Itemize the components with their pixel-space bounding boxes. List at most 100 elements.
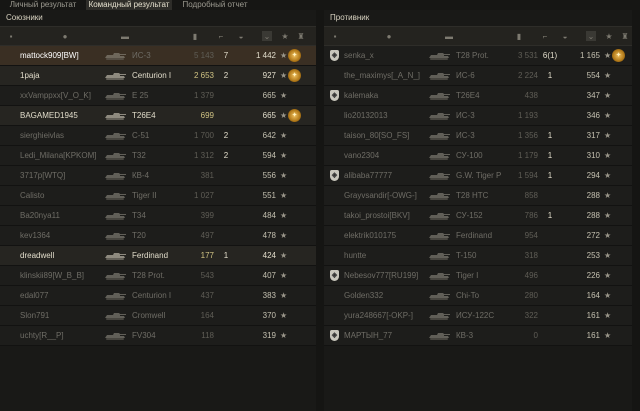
player-row[interactable]: xxVamppxx[V_O_K] E 25 1 379 665 ★ (0, 86, 316, 106)
tank-name: КВ-4 (132, 171, 150, 180)
tank-name: Ferdinand (132, 251, 169, 260)
tank-silhouette-icon (427, 90, 451, 101)
spotted-icon[interactable]: ◒ (236, 31, 246, 41)
player-row[interactable]: Calisto Tiger II 1 027 551 ★ (0, 186, 316, 206)
tank-silhouette-icon (427, 330, 451, 341)
player-row[interactable]: Golden332 Chi-To 280 164 ★ (324, 286, 640, 306)
tank-name: T28 Prot. (456, 51, 489, 60)
player-row[interactable]: edal077 Centurion I 437 383 ★ (0, 286, 316, 306)
xp-value: 665 (262, 91, 276, 100)
enemies-scrollbar[interactable] (632, 10, 640, 411)
player-row[interactable]: uchty[R__P] FV304 118 319 ★ (0, 326, 316, 346)
player-row[interactable]: Grayvsandir[-OWG-] T28 HTC 858 288 ★ (324, 186, 640, 206)
xp-star-icon: ★ (604, 131, 612, 140)
player-row[interactable]: klinskii89[W_B_B] T28 Prot. 543 407 ★ (0, 266, 316, 286)
tank-icon[interactable]: ▬ (444, 31, 454, 41)
xp-star-icon: ★ (604, 171, 612, 180)
tab-personal-result[interactable]: Личный результат (0, 0, 86, 10)
enemies-header: ▪ ● ▬ ▮ ⌐ ◒ ⌄ ★ ♜ (324, 26, 640, 46)
player-icon[interactable]: ● (60, 31, 70, 41)
xp-value: 927 (262, 71, 276, 80)
xp-star-icon: ★ (280, 51, 288, 60)
player-row[interactable]: elektrik010175 Ferdinand 954 272 ★ (324, 226, 640, 246)
tank-silhouette-icon (103, 270, 127, 281)
player-row[interactable]: the_maximys[_A_N_] ИС-6 2 224 1 554 ★ (324, 66, 640, 86)
player-row[interactable]: ◈ kalemaka T26E4 438 347 ★ (324, 86, 640, 106)
player-row[interactable]: ◈ Nebesov777[RU199] Tiger I 496 226 ★ (324, 266, 640, 286)
damage-value: 699 (200, 111, 214, 120)
damage-icon[interactable]: ▮ (514, 31, 524, 41)
player-row[interactable]: 1paja Centurion I2 653 2 927 ★ ✦ (0, 66, 316, 86)
player-row[interactable]: BAGAMED1945 T26E4 699 665 ★ ✦ (0, 106, 316, 126)
xp-star-icon: ★ (280, 271, 288, 280)
tank-icon[interactable]: ▬ (120, 31, 130, 41)
damage-value: 1 379 (193, 91, 214, 100)
player-row[interactable]: sierghieivlas C-51 1 700 2 642 ★ (0, 126, 316, 146)
xp-star-icon[interactable]: ★ (604, 31, 614, 41)
player-row[interactable]: Slon791 Cromwell 164 370 ★ (0, 306, 316, 326)
medal-icon[interactable]: ✦ (288, 49, 301, 62)
damage-value: 1 179 (517, 151, 538, 160)
tank-name: T28 HTC (456, 191, 489, 200)
player-row[interactable]: kev1364 T20 497 478 ★ (0, 226, 316, 246)
medal-icon[interactable]: ✦ (612, 49, 625, 62)
allies-scrollbar[interactable] (316, 10, 324, 411)
player-row[interactable]: Ledi_Milana[KPKOM] T32 1 312 2 594 ★ (0, 146, 316, 166)
tank-name: Tiger II (132, 191, 157, 200)
player-row[interactable]: dreadwell Ferdinand 177 1 424 ★ (0, 246, 316, 266)
frags-value: 2 (223, 71, 229, 80)
player-row[interactable]: lio20132013 ИС-3 1 193 346 ★ (324, 106, 640, 126)
xp-star-icon: ★ (280, 131, 288, 140)
spotted-icon[interactable]: ◒ (560, 31, 570, 41)
tank-silhouette-icon (103, 330, 127, 341)
xp-star-icon: ★ (604, 311, 612, 320)
player-icon[interactable]: ● (384, 31, 394, 41)
medal-icon[interactable]: ♜ (620, 31, 630, 41)
squad-icon[interactable]: ▪ (330, 31, 340, 41)
player-row[interactable]: vano2304 СУ-100 1 179 1 310 ★ (324, 146, 640, 166)
player-row[interactable]: Ba20nya11 T34 399 484 ★ (0, 206, 316, 226)
player-row[interactable]: ◈ МАРТЫН_77 КВ-3 0 161 ★ (324, 326, 640, 346)
tank-silhouette-icon (427, 130, 451, 141)
damage-value: 322 (524, 311, 538, 320)
tank-name: Ferdinand (456, 231, 493, 240)
xp-value: 346 (586, 111, 600, 120)
frags-value: 2 (223, 131, 229, 140)
xp-star-icon: ★ (604, 231, 612, 240)
xp-value: 407 (262, 271, 276, 280)
tab-team-result[interactable]: Командный результат (86, 0, 172, 10)
player-row[interactable]: 3717p[WTQ] КВ-4 381 556 ★ (0, 166, 316, 186)
xp-value: 161 (586, 311, 600, 320)
damage-icon[interactable]: ▮ (190, 31, 200, 41)
tank-silhouette-icon (103, 90, 127, 101)
tank-silhouette-icon (103, 170, 127, 181)
tab-detailed-report[interactable]: Подробный отчет (172, 0, 258, 10)
xp-star-icon: ★ (604, 111, 612, 120)
player-row[interactable]: huntte T-150 318 253 ★ (324, 246, 640, 266)
squad-icon[interactable]: ▪ (6, 31, 16, 41)
xp-value: 370 (262, 311, 276, 320)
tank-name: Tiger I (456, 271, 479, 280)
medal-icon[interactable]: ✦ (288, 69, 301, 82)
tank-name: G.W. Tiger P (456, 171, 502, 180)
player-row[interactable]: taison_80[SO_FS] ИС-3 1 356 1 317 ★ (324, 126, 640, 146)
player-row[interactable]: ◈ alibaba77777 G.W. Tiger P1 594 1 294 ★ (324, 166, 640, 186)
sort-arrow-icon[interactable]: ⌄ (262, 31, 272, 41)
medal-icon[interactable]: ✦ (288, 109, 301, 122)
xp-star-icon[interactable]: ★ (280, 31, 290, 41)
damage-value: 177 (200, 251, 214, 260)
xp-value: 310 (586, 151, 600, 160)
medal-icon[interactable]: ♜ (296, 31, 306, 41)
frags-icon[interactable]: ⌐ (216, 31, 226, 41)
xp-value: 317 (586, 131, 600, 140)
xp-value: 294 (586, 171, 600, 180)
player-row[interactable]: takoi_prostoi[BKV] СУ-152 786 1 288 ★ (324, 206, 640, 226)
player-row[interactable]: ◈ senka_x T28 Prot. 3 531 6(1) 1 165 ★ ✦ (324, 46, 640, 66)
damage-value: 543 (200, 271, 214, 280)
frags-value: 1 (547, 71, 553, 80)
tank-silhouette-icon (427, 190, 451, 201)
player-row[interactable]: yura248667[-OKP-] ИСУ-122С 322 161 ★ (324, 306, 640, 326)
frags-icon[interactable]: ⌐ (540, 31, 550, 41)
sort-arrow-icon[interactable]: ⌄ (586, 31, 596, 41)
player-row[interactable]: mattock909[BW] ИС-3 5 143 7 1 442 ★ ✦ (0, 46, 316, 66)
